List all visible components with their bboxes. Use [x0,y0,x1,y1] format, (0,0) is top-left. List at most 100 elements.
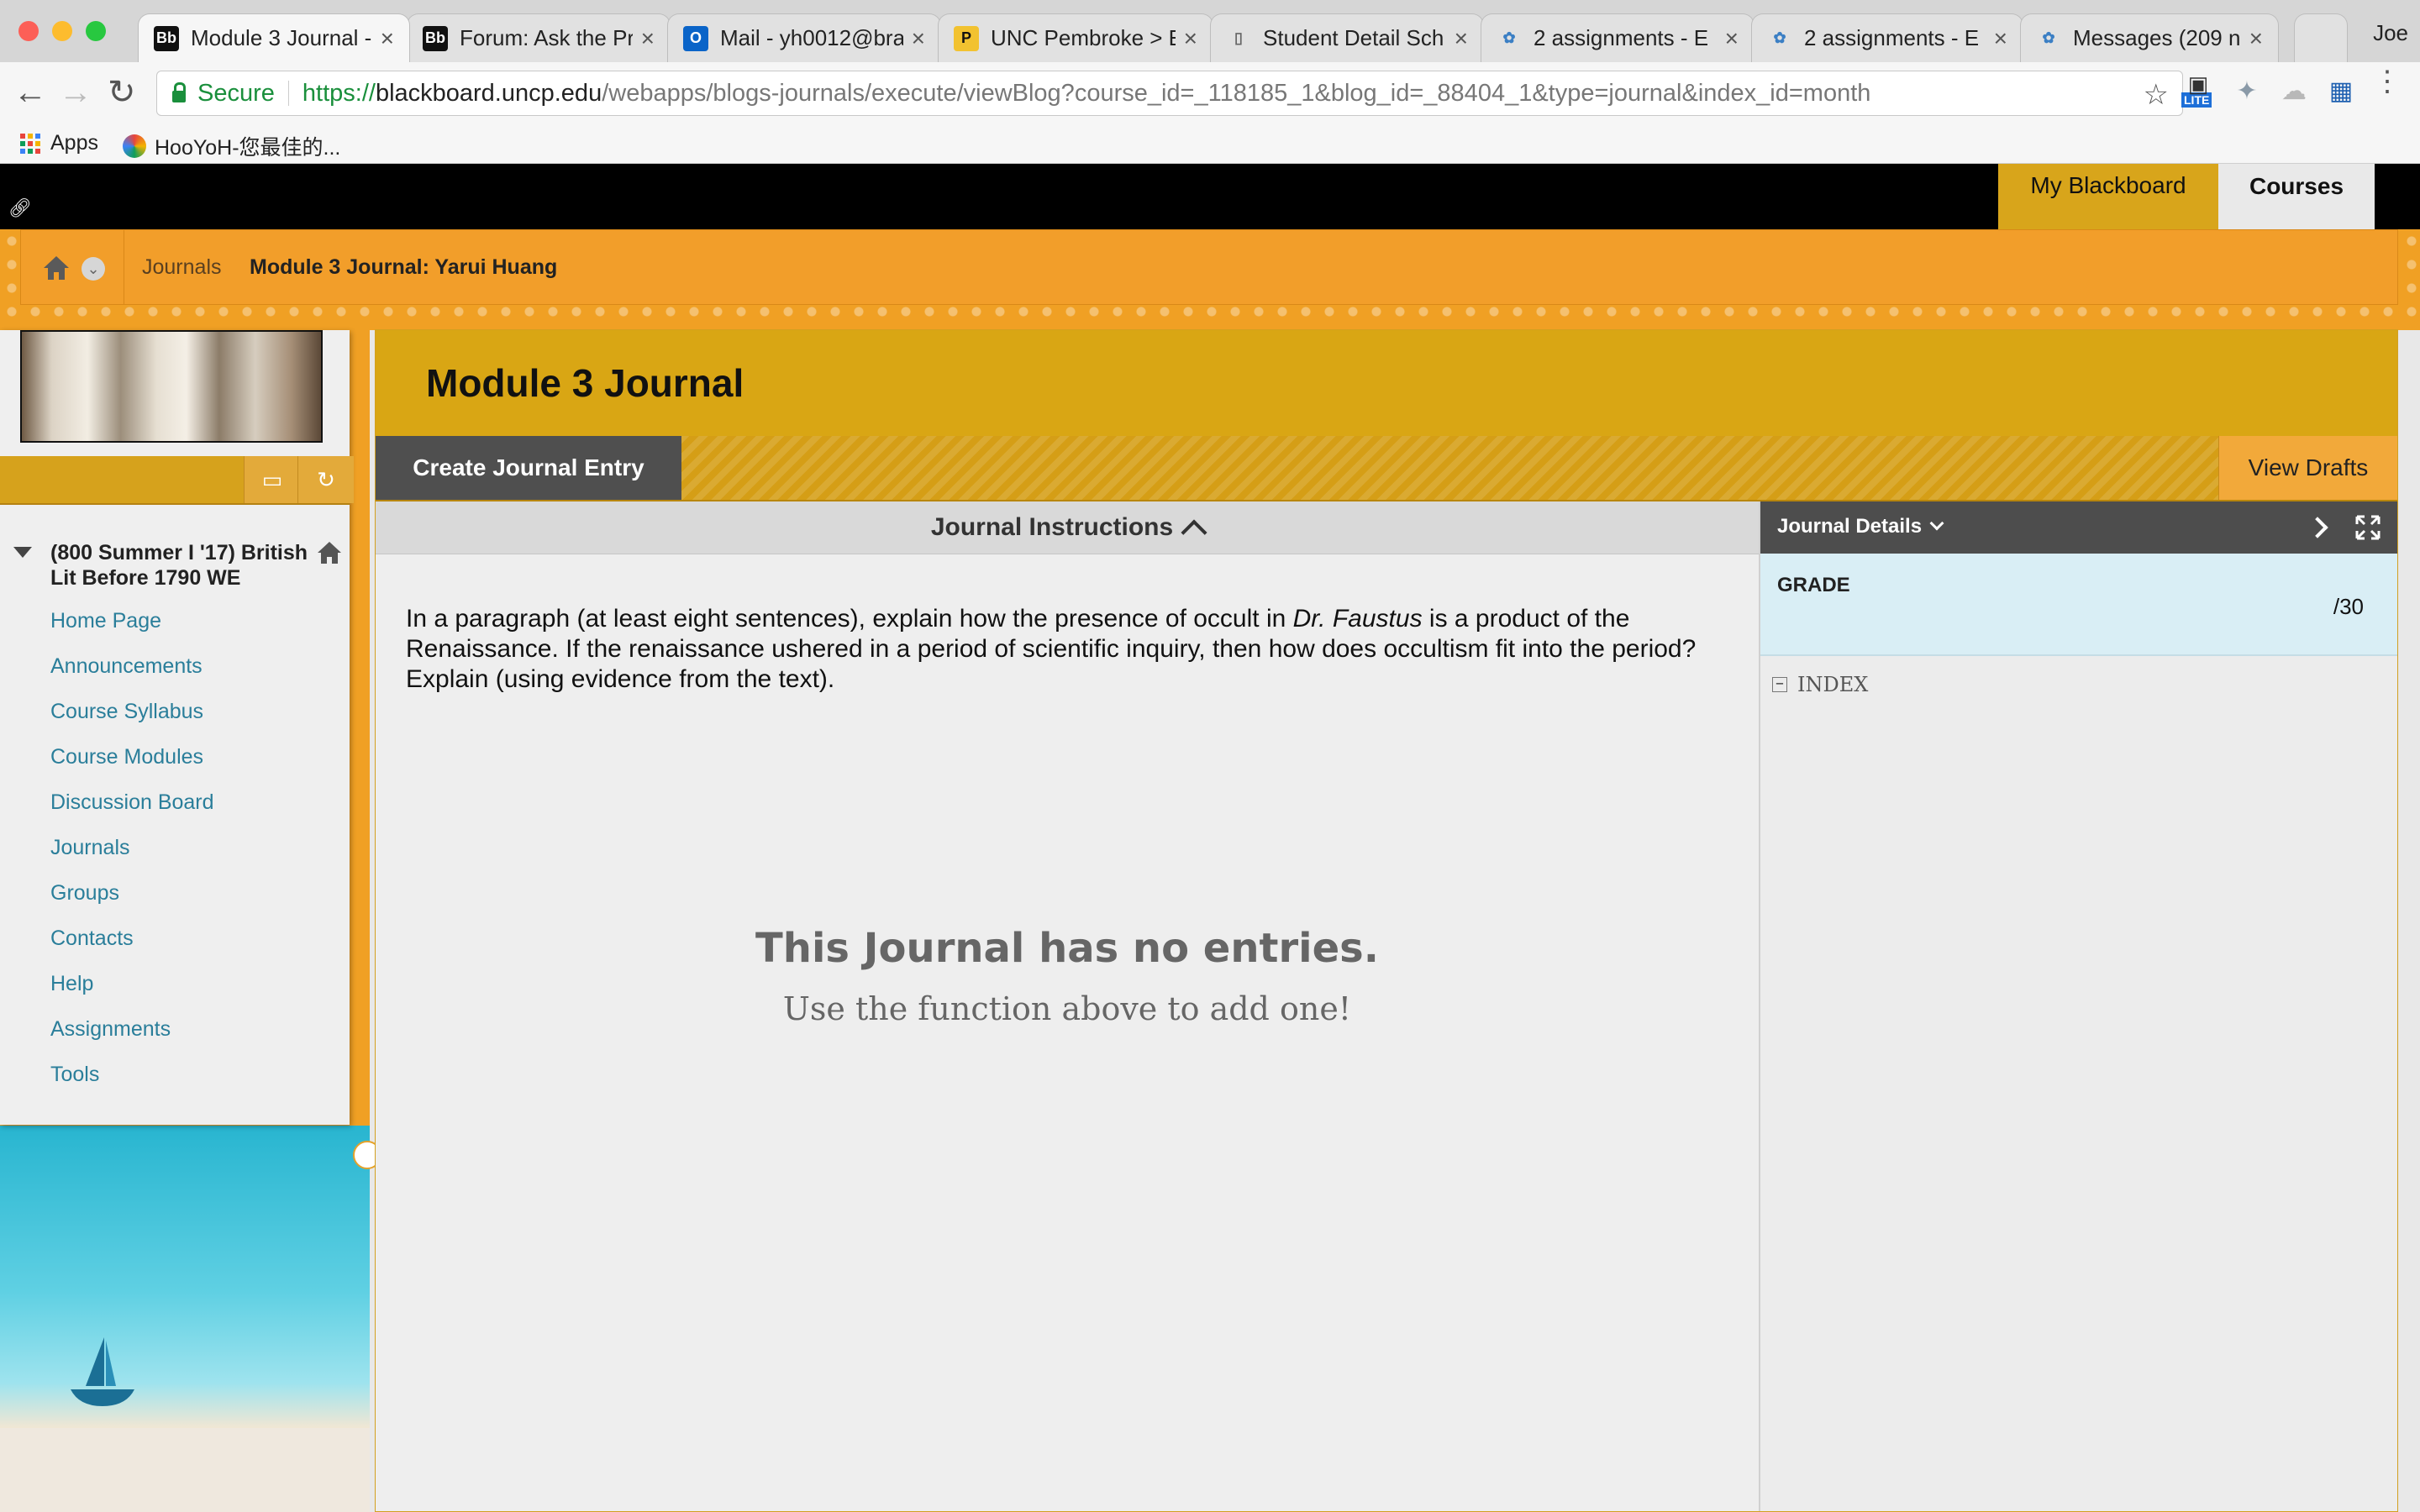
close-tab-icon[interactable]: × [1455,25,1468,52]
secure-label: Secure [197,79,275,107]
page-title-bar: Module 3 Journal [376,330,2397,436]
grade-box: GRADE /30 [1760,554,2397,656]
tab-title: 2 assignments - E [1534,25,1709,50]
tab-favicon-icon: ✿ [1773,29,1786,46]
view-drafts-button[interactable]: View Drafts [2218,436,2397,500]
close-tab-icon[interactable]: × [1994,25,2007,52]
maximize-window-button[interactable] [86,21,106,41]
course-menu-item-contacts[interactable]: Contacts [50,927,214,972]
browser-tab[interactable]: ▯ Student Detail Sch × [1210,13,1484,62]
tab-favicon-icon: O [683,25,708,51]
breadcrumb-band: ⌄ Journals Module 3 Journal: Yarui Huang [0,229,2420,330]
course-menu-item-journals[interactable]: Journals [50,836,214,881]
course-menu-item-tools[interactable]: Tools [50,1063,214,1108]
course-menu-item-announcements[interactable]: Announcements [50,654,214,700]
course-banner-image [20,330,323,443]
browser-tab[interactable]: O Mail - yh0012@bra × [667,13,941,62]
browser-menu-icon[interactable]: ⋮ [2373,67,2402,96]
tab-favicon-icon: Bb [154,25,179,51]
bookmark-apps-label: Apps [50,131,98,155]
journal-instructions-heading: Journal Instructions [930,513,1174,541]
page-title: Module 3 Journal [426,361,744,405]
collapse-minus-icon: − [1772,677,1787,692]
lock-icon [172,82,186,102]
theme-sand-image [0,1428,370,1512]
courses-tab[interactable]: Courses [2218,164,2375,229]
journal-instructions-toggle[interactable]: Journal Instructions [376,501,1759,554]
tab-title: 2 assignments - E [1804,25,1980,50]
close-tab-icon[interactable]: × [381,25,394,52]
tab-favicon-icon: ▯ [1234,29,1243,46]
profile-name[interactable]: Joe [2373,20,2408,46]
my-blackboard-tab[interactable]: My Blackboard [1998,164,2218,229]
course-menu-item-discussion-board[interactable]: Discussion Board [50,790,214,836]
tab-title: Mail - yh0012@bra [720,25,903,50]
grade-label: GRADE [1777,574,1850,596]
course-menu-item-assignments[interactable]: Assignments [50,1017,214,1063]
collapse-triangle-icon[interactable] [13,547,32,558]
address-bar[interactable]: Secure https://blackboard.uncp.edu/webap… [156,71,2183,116]
journal-content: Module 3 Journal Create Journal Entry Vi… [375,329,2398,1512]
create-journal-entry-button[interactable]: Create Journal Entry [376,436,681,500]
apps-grid-icon [20,133,40,154]
bookmark-apps[interactable]: Apps [20,131,98,155]
course-menu: ▭ ↻ (800 Summer I '17) British Lit Befor… [0,330,354,1125]
course-nav-list: Home Page Announcements Course Syllabus Cou… [50,609,214,1108]
theme-sea-image [0,1126,370,1428]
chevron-down-icon [1929,516,1944,531]
browser-tab[interactable]: Bb Module 3 Journal - × [138,13,410,62]
new-tab-button[interactable] [2294,13,2348,62]
course-home-icon[interactable] [316,540,343,565]
tab-favicon-icon: ✿ [2042,29,2055,46]
browser-tab[interactable]: ✿ Messages (209 ne × [2020,13,2279,62]
tab-favicon-icon: ✿ [1502,29,1516,46]
link-icon[interactable]: 🔗︎ [8,197,32,219]
chevron-down-icon[interactable]: ⌄ [82,257,105,281]
url-path: /webapps/blogs-journals/execute/viewBlog… [602,79,1871,107]
course-menu-item-home-page[interactable]: Home Page [50,609,214,654]
close-tab-icon[interactable]: × [2249,25,2263,52]
hooyoh-icon [123,134,146,158]
puzzle-extension-icon[interactable]: ✦ [2230,74,2264,108]
back-arrow-icon[interactable]: ← [13,74,47,111]
refresh-icon[interactable]: ↻ [297,456,354,503]
course-menu-item-course-modules[interactable]: Course Modules [50,745,214,790]
browser-tab[interactable]: P UNC Pembroke > E × [938,13,1213,62]
close-window-button[interactable] [18,21,39,41]
journal-details-panel: Journal Details GRADE /30 − INDEX [1759,501,2397,1511]
course-menu-item-help[interactable]: Help [50,972,214,1017]
folder-icon[interactable]: ▭ [244,456,300,503]
journal-details-dropdown[interactable]: Journal Details [1777,515,1944,538]
lite-extension-icon[interactable]: LITE ▣ [2181,71,2215,108]
bookmark-hooyoh[interactable]: HooYoH-您最佳的... [123,131,340,161]
browser-tab[interactable]: Bb Forum: Ask the Pr × [407,13,671,62]
browser-tab[interactable]: ✿ 2 assignments - E × [1481,13,1754,62]
tab-title: Messages (209 ne [2073,25,2241,50]
close-tab-icon[interactable]: × [912,25,925,52]
close-tab-icon[interactable]: × [1184,25,1197,52]
course-menu-item-groups[interactable]: Groups [50,881,214,927]
breadcrumb-journals[interactable]: Journals [142,255,222,280]
chevron-right-icon[interactable] [2307,517,2328,538]
journal-instructions-text: In a paragraph (at least eight sentences… [406,605,1697,693]
expand-icon[interactable] [2355,515,2381,540]
breadcrumb-current: Module 3 Journal: Yarui Huang [250,255,558,279]
sailboat-icon [71,1337,134,1406]
home-icon[interactable] [41,254,71,282]
reload-icon[interactable]: ↻ [108,74,136,111]
forward-arrow-icon[interactable]: → [59,74,92,111]
course-title[interactable]: (800 Summer I '17) British Lit Before 17… [50,540,319,591]
close-tab-icon[interactable]: × [1725,25,1739,52]
cloud-extension-icon[interactable]: ☁ [2277,74,2311,108]
bookmarks-bar: Apps HooYoH-您最佳的... [0,124,2420,164]
chevron-up-icon [1181,519,1207,546]
course-menu-toolbar: ▭ ↻ [0,456,354,505]
browser-tab[interactable]: ✿ 2 assignments - E × [1751,13,2023,62]
close-tab-icon[interactable]: × [641,25,655,52]
index-toggle[interactable]: − INDEX [1772,673,1868,696]
course-menu-item-course-syllabus[interactable]: Course Syllabus [50,700,214,745]
browser-tabstrip: Bb Module 3 Journal - × Bb Forum: Ask the Pr… [0,0,2420,62]
video-extension-icon[interactable]: ▦ [2324,74,2358,108]
minimize-window-button[interactable] [52,21,72,41]
bookmark-star-icon[interactable]: ☆ [2144,78,2169,112]
